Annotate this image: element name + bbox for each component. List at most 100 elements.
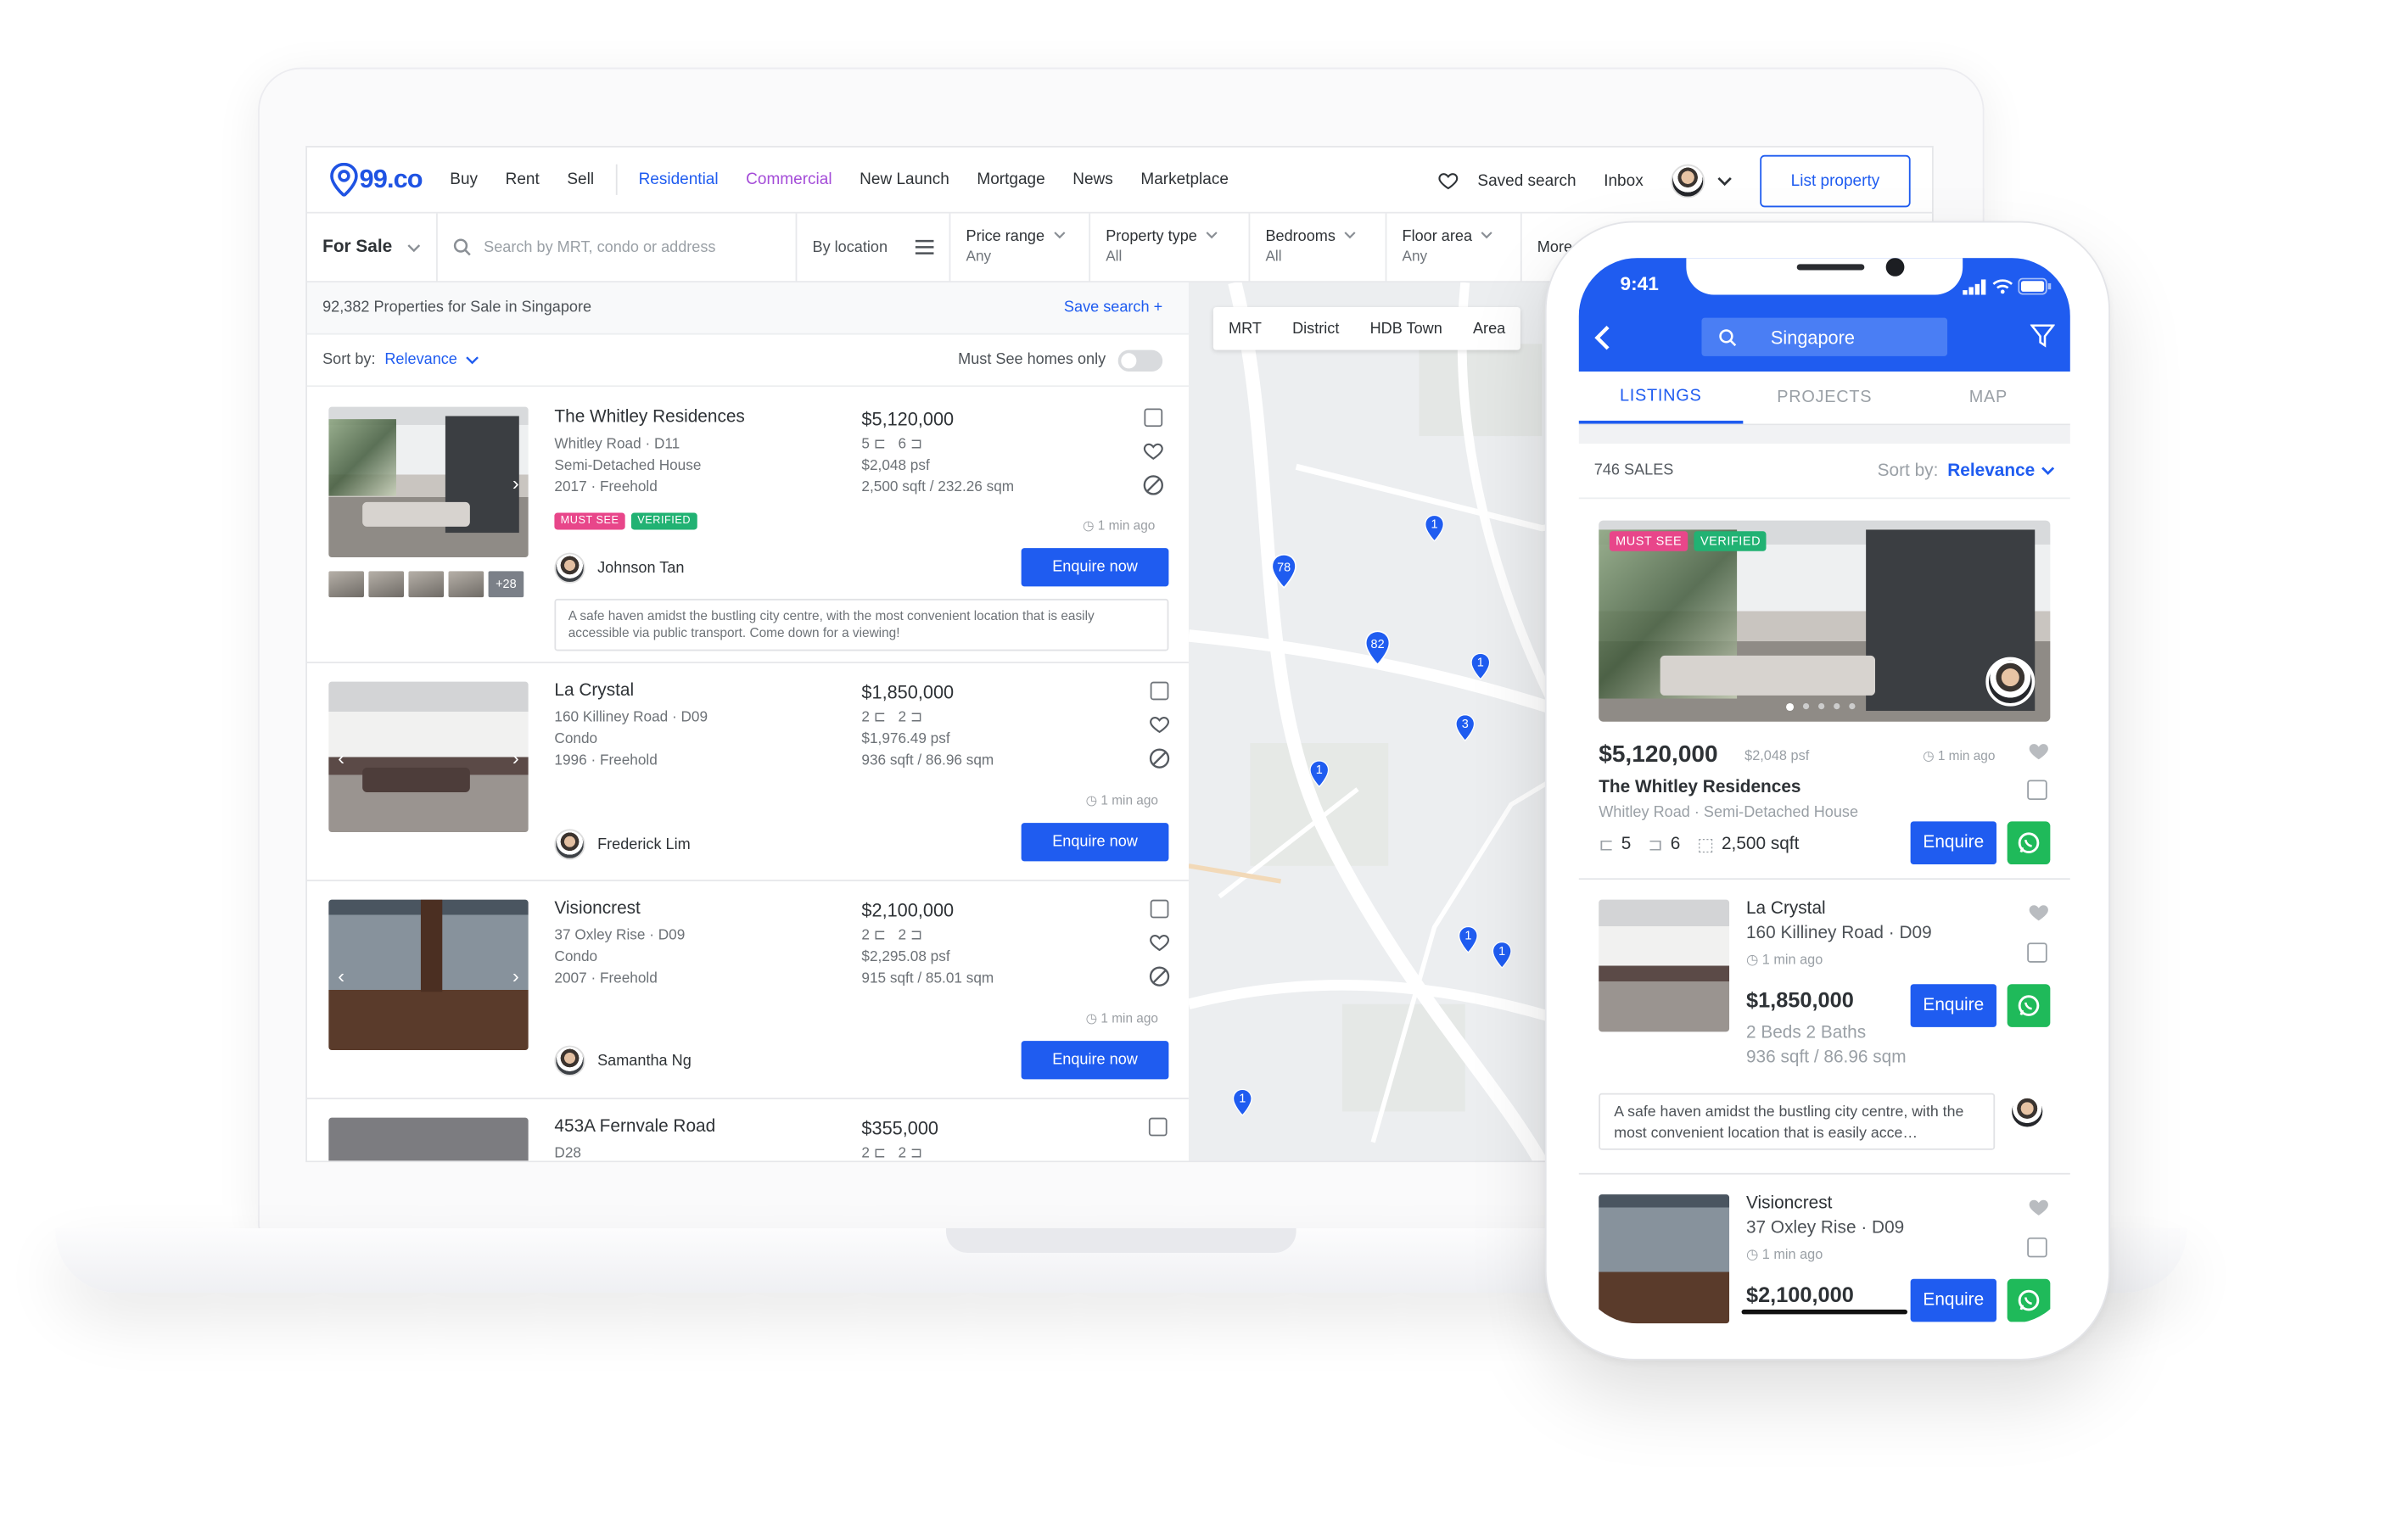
listing-title[interactable]: Visioncrest xyxy=(554,900,640,919)
thumbnail[interactable] xyxy=(448,571,484,598)
enquire-now-button[interactable]: Enquire now xyxy=(1021,1041,1169,1080)
heart-icon[interactable] xyxy=(1143,440,1164,461)
user-avatar[interactable] xyxy=(1671,163,1705,198)
chevron-right-icon[interactable]: › xyxy=(512,746,519,769)
map-pin[interactable]: 82 xyxy=(1364,629,1392,666)
map-pin[interactable]: 1 xyxy=(1458,925,1479,955)
enquire-button[interactable]: Enquire xyxy=(1910,1278,1996,1322)
floor-area-filter[interactable]: Floor area Any xyxy=(1386,212,1522,282)
compare-checkbox[interactable] xyxy=(1150,681,1169,701)
enquire-now-button[interactable]: Enquire now xyxy=(1021,823,1169,862)
mobile-search-field[interactable]: Singapore xyxy=(1701,317,1948,356)
agent-info[interactable]: Frederick Lim xyxy=(554,829,691,860)
whatsapp-button[interactable] xyxy=(2007,984,2051,1027)
featured-title[interactable]: The Whitley Residences xyxy=(1599,779,1800,797)
nav-inbox[interactable]: Inbox xyxy=(1604,171,1643,190)
tab-listings[interactable]: LISTINGS xyxy=(1578,372,1743,424)
compare-checkbox[interactable] xyxy=(1150,899,1169,919)
map-tab-district[interactable]: District xyxy=(1277,320,1355,337)
heart-icon[interactable] xyxy=(2027,1196,2050,1217)
list-property-button[interactable]: List property xyxy=(1760,154,1911,207)
nav-marketplace[interactable]: Marketplace xyxy=(1140,170,1229,189)
nav-news[interactable]: News xyxy=(1072,170,1113,189)
chevron-down-icon[interactable] xyxy=(1717,173,1733,188)
featured-listing-photo[interactable]: MUST SEE VERIFIED xyxy=(1599,520,2051,722)
enquire-button[interactable]: Enquire xyxy=(1910,984,1996,1027)
thumbnail[interactable] xyxy=(368,571,405,598)
tab-projects[interactable]: PROJECTS xyxy=(1743,372,1907,424)
listing-card[interactable]: › +28 The Whitley Residences Whitley Roa… xyxy=(307,387,1189,663)
map-pin[interactable]: 1 xyxy=(1424,513,1445,544)
map-pin[interactable]: 1 xyxy=(1492,940,1513,970)
map-tab-mrt[interactable]: MRT xyxy=(1213,320,1277,337)
price-range-filter[interactable]: Price range Any xyxy=(950,212,1091,282)
listing-photo[interactable]: ‹ › xyxy=(328,899,529,1051)
enquire-now-button[interactable]: Enquire now xyxy=(1021,548,1169,587)
listing-title[interactable]: 453A Fernvale Road xyxy=(554,1118,715,1137)
by-location-button[interactable]: By location xyxy=(797,212,951,282)
heart-icon[interactable] xyxy=(1437,170,1459,191)
map-pin[interactable]: 1 xyxy=(1470,651,1491,681)
chevron-down-icon[interactable] xyxy=(2041,464,2055,478)
listing-photo[interactable]: ‹ › xyxy=(328,681,529,833)
more-photos-count[interactable]: +28 xyxy=(488,571,524,598)
thumbnail[interactable] xyxy=(408,571,445,598)
must-see-toggle[interactable] xyxy=(1117,349,1163,372)
listing-card[interactable]: ‹ › Visioncrest 37 Oxley Rise · D09 Cond… xyxy=(307,880,1189,1099)
filter-icon[interactable] xyxy=(2030,324,2055,349)
chevron-right-icon[interactable]: › xyxy=(512,472,519,495)
hide-listing-icon[interactable] xyxy=(1143,474,1164,495)
nav-rent[interactable]: Rent xyxy=(506,170,540,189)
compare-checkbox[interactable] xyxy=(1148,1117,1168,1137)
listing-title[interactable]: The Whitley Residences xyxy=(554,408,744,427)
nav-residential[interactable]: Residential xyxy=(639,170,719,189)
listing-card[interactable]: 453A Fernvale Road D28 $355,000 2 ⊏ 2 ⊐ xyxy=(307,1098,1189,1161)
thumbnail[interactable] xyxy=(328,571,364,598)
map-tab-hdb-town[interactable]: HDB Town xyxy=(1355,320,1458,337)
listing-photo[interactable] xyxy=(328,1117,529,1161)
map-pin[interactable]: 1 xyxy=(1308,758,1330,789)
compare-checkbox[interactable] xyxy=(1144,408,1163,428)
chevron-right-icon[interactable]: › xyxy=(512,964,519,987)
heart-icon[interactable] xyxy=(2027,901,2050,922)
sale-mode-dropdown[interactable]: For Sale xyxy=(307,212,438,282)
chevron-left-icon[interactable]: ‹ xyxy=(338,964,344,987)
map-pin[interactable]: 1 xyxy=(1232,1087,1253,1117)
whatsapp-button[interactable] xyxy=(2007,1278,2051,1322)
chevron-left-icon[interactable]: ‹ xyxy=(338,746,344,769)
heart-icon[interactable] xyxy=(1149,714,1170,735)
listing-photo[interactable] xyxy=(1599,899,1730,1032)
hide-listing-icon[interactable] xyxy=(1149,965,1170,986)
listing-title[interactable]: La Crystal xyxy=(554,682,634,701)
enquire-button[interactable]: Enquire xyxy=(1910,821,1996,865)
nav-buy[interactable]: Buy xyxy=(450,170,478,189)
hide-listing-icon[interactable] xyxy=(1149,747,1170,768)
bedrooms-filter[interactable]: Bedrooms All xyxy=(1250,212,1387,282)
tab-map[interactable]: MAP xyxy=(1907,372,2070,424)
heart-icon[interactable] xyxy=(2027,740,2050,761)
heart-icon[interactable] xyxy=(1149,932,1170,953)
nav-sell[interactable]: Sell xyxy=(567,170,594,189)
nav-new-launch[interactable]: New Launch xyxy=(860,170,949,189)
mobile-sort-dropdown[interactable]: Relevance xyxy=(1947,461,2035,480)
search-field[interactable]: Search by MRT, condo or address xyxy=(438,212,798,282)
chevron-down-icon[interactable] xyxy=(465,353,479,366)
sort-dropdown[interactable]: Relevance xyxy=(384,351,457,368)
nav-mortgage[interactable]: Mortgage xyxy=(977,170,1044,189)
listing-card[interactable]: ‹ › La Crystal 160 Killiney Road · D09 C… xyxy=(307,662,1189,881)
listing-photo[interactable]: › xyxy=(328,406,529,558)
map-pin[interactable]: 78 xyxy=(1270,553,1298,590)
nav-commercial[interactable]: Commercial xyxy=(746,170,832,189)
agent-avatar[interactable] xyxy=(2012,1096,2043,1127)
agent-info[interactable]: Johnson Tan xyxy=(554,552,684,584)
compare-checkbox[interactable] xyxy=(2027,942,2047,963)
compare-checkbox[interactable] xyxy=(2027,1237,2047,1258)
map-pin[interactable]: 3 xyxy=(1454,713,1476,743)
compare-checkbox[interactable] xyxy=(2027,780,2047,801)
map-tab-area[interactable]: Area xyxy=(1458,320,1520,337)
nav-saved-search[interactable]: Saved search xyxy=(1477,171,1576,190)
agent-info[interactable]: Samantha Ng xyxy=(554,1045,692,1076)
property-type-filter[interactable]: Property type All xyxy=(1090,212,1251,282)
whatsapp-button[interactable] xyxy=(2007,821,2051,865)
back-arrow-icon[interactable] xyxy=(1593,324,1611,352)
